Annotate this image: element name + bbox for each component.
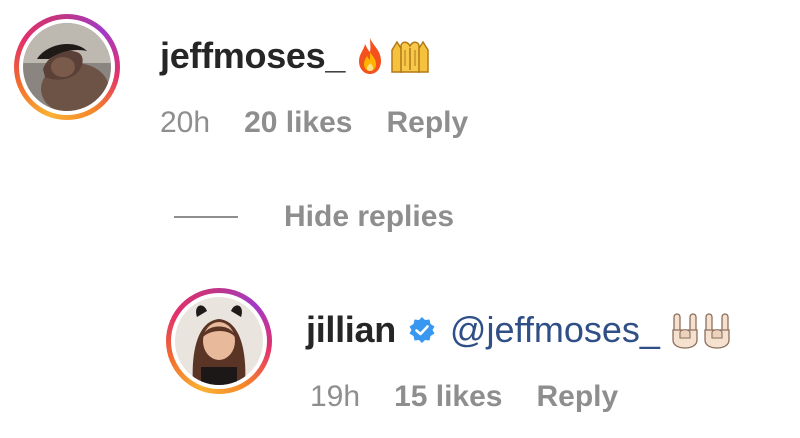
verified-badge-icon xyxy=(408,316,436,344)
reply-reply-button[interactable]: Reply xyxy=(537,380,619,414)
avatar-border xyxy=(19,19,115,115)
comment-timestamp[interactable]: 20h xyxy=(160,106,210,140)
comment-meta: 20h 20 likes Reply xyxy=(160,100,468,146)
commenter-username[interactable]: jeffmoses_ xyxy=(160,35,345,77)
reply-likes-count[interactable]: 15 likes xyxy=(394,380,502,414)
sign-of-horns-emoji-icon xyxy=(704,313,730,349)
replier-avatar-story-ring[interactable] xyxy=(166,288,272,394)
reply-meta: 19h 15 likes Reply xyxy=(310,374,618,420)
comment-likes-count[interactable]: 20 likes xyxy=(244,106,352,140)
commenter-avatar-story-ring[interactable] xyxy=(14,14,120,120)
reply-header: jillian @jeffmoses_ xyxy=(306,302,732,358)
hide-replies-toggle[interactable]: Hide replies xyxy=(174,194,454,240)
fire-emoji-icon xyxy=(359,38,382,74)
replier-avatar-photo xyxy=(175,297,263,385)
reply-emojis xyxy=(670,310,732,350)
comment-header: jeffmoses_ xyxy=(160,28,431,84)
reply-timestamp[interactable]: 19h xyxy=(310,380,360,414)
sign-of-horns-emoji-icon xyxy=(672,313,698,349)
comment-emojis xyxy=(355,36,431,76)
commenter-avatar-photo xyxy=(23,23,111,111)
avatar-border xyxy=(171,293,267,389)
mention-link[interactable]: @jeffmoses_ xyxy=(450,309,660,351)
replies-divider-line xyxy=(174,216,238,218)
hide-replies-button[interactable]: Hide replies xyxy=(284,200,454,234)
raising-hands-emoji-icon xyxy=(391,40,429,73)
comment-reply-button[interactable]: Reply xyxy=(387,106,469,140)
replier-username[interactable]: jillian xyxy=(306,309,396,351)
